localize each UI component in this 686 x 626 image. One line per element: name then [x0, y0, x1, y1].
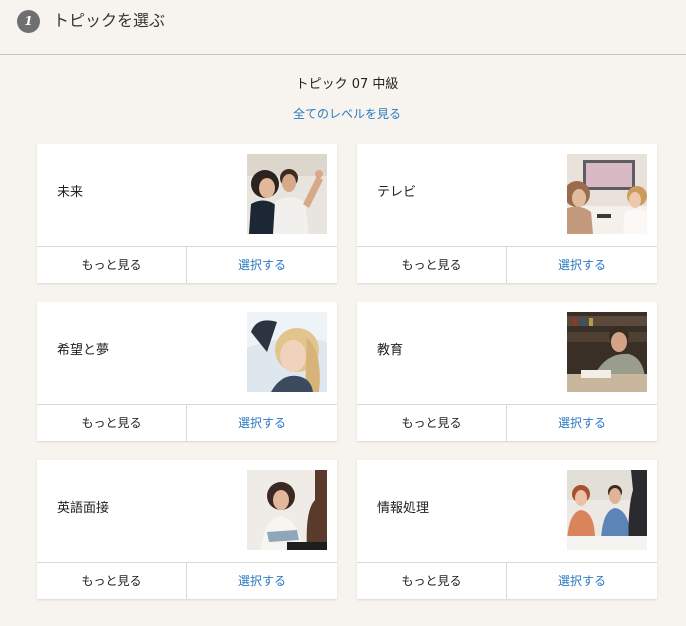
card-body[interactable]: 未来 — [37, 144, 337, 247]
select-button[interactable]: 選択する — [187, 405, 337, 441]
office-meeting-photo — [567, 470, 647, 550]
topic-card-information-processing: 情報処理 もっと見る 選択する — [357, 460, 657, 599]
card-body[interactable]: 教育 — [357, 302, 657, 405]
step-header: 1 トピックを選ぶ — [0, 0, 686, 55]
interview-photo — [247, 470, 327, 550]
select-button[interactable]: 選択する — [507, 405, 657, 441]
topic-name: 未来 — [57, 185, 84, 200]
couple-photo — [247, 154, 327, 234]
step-title: トピックを選ぶ — [53, 11, 166, 30]
card-body[interactable]: 英語面接 — [37, 460, 337, 563]
step-number-badge: 1 — [17, 10, 40, 33]
watching-tv-photo — [567, 154, 647, 234]
topic-name: 英語面接 — [57, 501, 110, 516]
more-button[interactable]: もっと見る — [37, 405, 187, 441]
more-button[interactable]: もっと見る — [357, 563, 507, 599]
card-body[interactable]: テレビ — [357, 144, 657, 247]
topic-name: 教育 — [377, 343, 404, 358]
more-button[interactable]: もっと見る — [37, 247, 187, 283]
more-button[interactable]: もっと見る — [357, 405, 507, 441]
topic-card-english-interview: 英語面接 もっと見る 選択する — [37, 460, 337, 599]
card-body[interactable]: 希望と夢 — [37, 302, 337, 405]
topic-heading: トピック 07 中級 — [295, 77, 399, 92]
all-levels-link[interactable]: 全てのレベルを見る — [0, 105, 686, 123]
select-button[interactable]: 選択する — [187, 247, 337, 283]
topic-name: テレビ — [377, 185, 417, 200]
select-button[interactable]: 選択する — [187, 563, 337, 599]
dreaming-woman-photo — [247, 312, 327, 392]
card-body[interactable]: 情報処理 — [357, 460, 657, 563]
select-button[interactable]: 選択する — [507, 247, 657, 283]
topic-card-hopes-dreams: 希望と夢 もっと見る 選択する — [37, 302, 337, 441]
more-button[interactable]: もっと見る — [37, 563, 187, 599]
topic-card-education: 教育 もっと見る 選択する — [357, 302, 657, 441]
select-button[interactable]: 選択する — [507, 563, 657, 599]
topic-card-future: 未来 もっと見る 選択する — [37, 144, 337, 283]
topic-name: 情報処理 — [377, 501, 430, 516]
studying-man-photo — [567, 312, 647, 392]
topic-name: 希望と夢 — [57, 343, 110, 358]
more-button[interactable]: もっと見る — [357, 247, 507, 283]
topic-card-tv: テレビ もっと見る 選択する — [357, 144, 657, 283]
